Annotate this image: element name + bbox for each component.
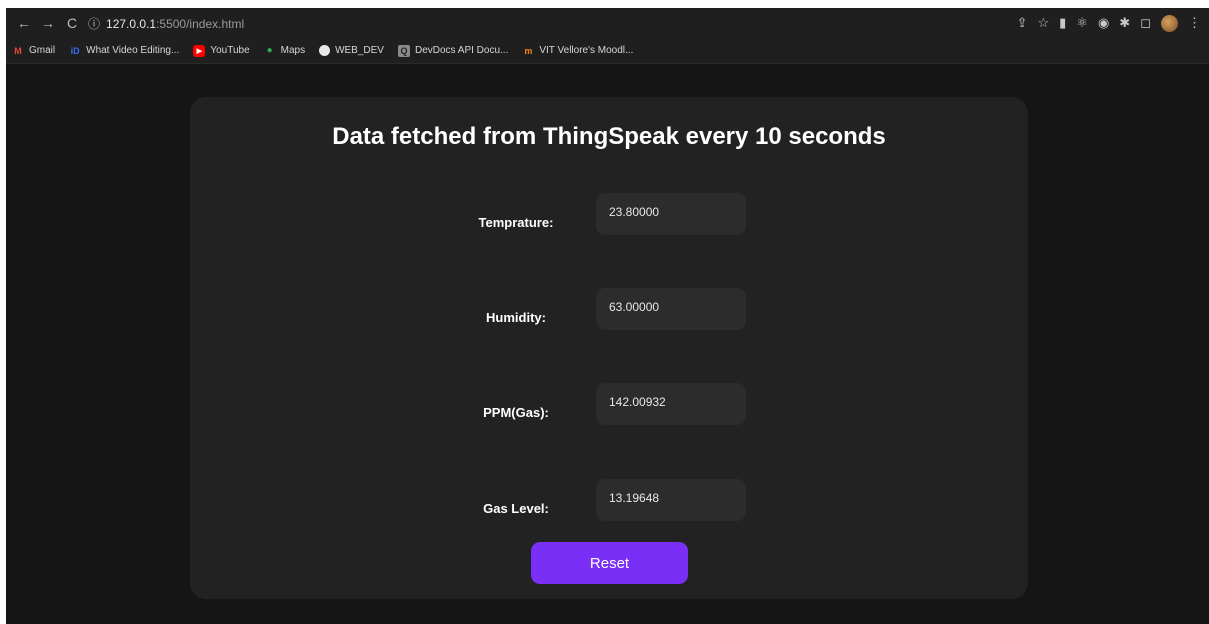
- url-host: 127.0.0.1: [106, 16, 157, 31]
- gas-level-value: 13.19648: [596, 479, 746, 521]
- youtube-icon: ▶: [193, 44, 206, 57]
- url-path: :5500/index.html: [156, 16, 245, 31]
- share-icon[interactable]: ⇪: [1017, 15, 1028, 31]
- bookmark-video-editing[interactable]: iD What Video Editing...: [69, 45, 180, 57]
- react-devtools-icon[interactable]: ⚛: [1076, 15, 1088, 31]
- ppm-gas-value: 142.00932: [596, 383, 746, 425]
- humidity-value: 63.00000: [596, 288, 746, 330]
- bookmark-moodle[interactable]: m VIT Vellore's Moodl...: [522, 45, 633, 57]
- bookmark-web-dev[interactable]: WEB_DEV: [319, 45, 384, 56]
- bookmark-youtube[interactable]: ▶ YouTube: [193, 44, 250, 57]
- extension-icons: ⇪ ☆ ▮ ⚛ ◉ ✱ ◻ ⋮: [1017, 13, 1201, 33]
- browser-window: ← → C ⓘ 127.0.0.1 :5500/index.html ⇪ ☆ ▮…: [6, 8, 1209, 624]
- bookmark-devdocs[interactable]: Q DevDocs API Docu...: [397, 44, 508, 57]
- gas-level-label: Gas Level:: [483, 501, 549, 516]
- data-card: Data fetched from ThingSpeak every 10 se…: [190, 97, 1028, 599]
- menu-icon[interactable]: ⋮: [1188, 15, 1201, 31]
- puzzle-icon[interactable]: ✱: [1119, 15, 1130, 31]
- extension-icon[interactable]: ▮: [1059, 15, 1066, 31]
- reset-button[interactable]: Reset: [531, 542, 688, 584]
- reload-icon[interactable]: C: [62, 13, 82, 33]
- folder-icon: [319, 45, 331, 56]
- profile-avatar[interactable]: [1161, 14, 1178, 32]
- moodle-icon: m: [524, 45, 533, 56]
- page-title: Data fetched from ThingSpeak every 10 se…: [332, 123, 886, 150]
- bookmark-gmail[interactable]: M Gmail: [12, 45, 55, 57]
- ppm-gas-label: PPM(Gas):: [483, 405, 549, 420]
- forward-arrow-icon[interactable]: →: [38, 13, 58, 33]
- browser-toolbar: ← → C ⓘ 127.0.0.1 :5500/index.html ⇪ ☆ ▮…: [6, 8, 1209, 38]
- devdocs-icon: Q: [397, 44, 410, 57]
- address-bar[interactable]: ⓘ 127.0.0.1 :5500/index.html: [88, 14, 244, 33]
- humidity-label: Humidity:: [486, 310, 546, 325]
- sidebar-icon[interactable]: ◻: [1140, 15, 1151, 31]
- bookmark-maps[interactable]: ● Maps: [264, 45, 305, 57]
- maps-icon: ●: [266, 45, 273, 56]
- bookmark-star-icon[interactable]: ☆: [1037, 15, 1049, 31]
- gmail-icon: M: [14, 45, 22, 56]
- back-arrow-icon[interactable]: ←: [14, 13, 34, 33]
- temperature-label: Temprature:: [478, 215, 554, 230]
- temperature-value: 23.80000: [596, 193, 746, 235]
- bookmarks-bar: M Gmail iD What Video Editing... ▶ YouTu…: [6, 38, 1209, 64]
- video-editing-icon: iD: [70, 45, 80, 56]
- record-icon[interactable]: ◉: [1098, 15, 1109, 31]
- site-info-icon[interactable]: ⓘ: [88, 15, 100, 32]
